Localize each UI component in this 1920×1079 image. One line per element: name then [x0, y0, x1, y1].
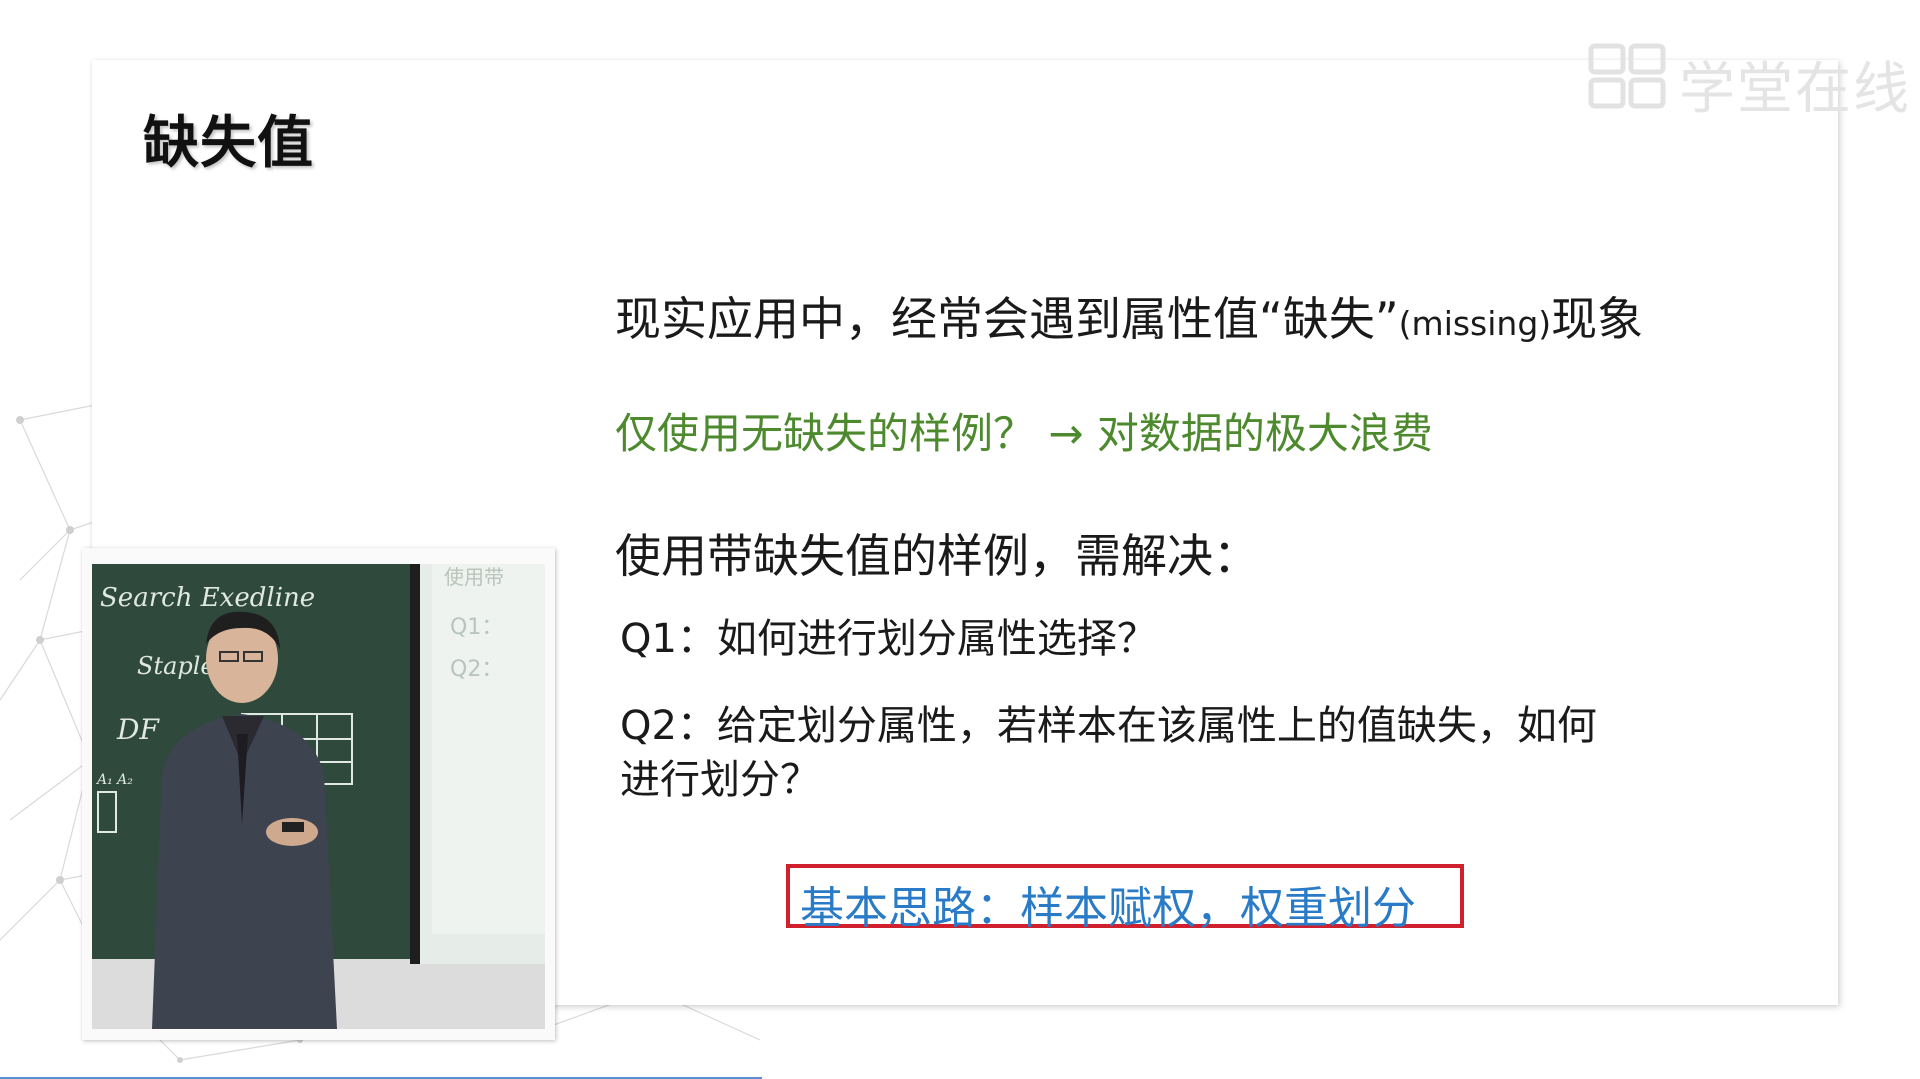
- intro-missing-text: (missing): [1398, 304, 1552, 343]
- intro-tail-text: 现象: [1551, 292, 1644, 346]
- watermark-text: 学堂在线: [1679, 57, 1911, 122]
- board-text-4: A₁ A₂: [95, 772, 133, 788]
- screen-text-3: Q2：: [450, 657, 503, 682]
- intro-main-text: 现实应用中，经常会遇到属性值“缺失”: [615, 292, 1399, 346]
- screen-text-1: 使用带: [444, 565, 504, 589]
- basic-idea-box: 基本思路：样本赋权，权重划分: [786, 864, 1464, 934]
- basic-idea-text: 基本思路：样本赋权，权重划分: [800, 883, 1416, 934]
- video-lecture-frame: 缺失值 现实应用中，经常会遇到属性值“缺失”(missing)现象 仅使用无缺失…: [0, 0, 1920, 1079]
- waste-warning-line: 仅使用无缺失的样例？ → 对数据的极大浪费: [615, 409, 1433, 458]
- intro-line: 现实应用中，经常会遇到属性值“缺失”(missing)现象: [615, 283, 1643, 349]
- lecturer-video-image: Search Exedline Staple DF A₁ A₂ 使用带 Q1：: [92, 564, 545, 1029]
- slide-title: 缺失值: [143, 111, 314, 176]
- board-text-1: Search Exedline: [100, 583, 315, 613]
- lecturer-video: Search Exedline Staple DF A₁ A₂ 使用带 Q1：: [92, 564, 545, 1029]
- screen-text-2: Q1：: [450, 615, 503, 640]
- question-2-line-2: 进行划分？: [620, 757, 820, 803]
- lecturer-video-frame: Search Exedline Staple DF A₁ A₂ 使用带 Q1：: [82, 548, 555, 1040]
- xuetangx-logo-icon: [1588, 43, 1666, 109]
- board-text-2: Staple: [137, 652, 215, 680]
- use-missing-samples-line: 使用带缺失值的样例，需解决：: [615, 529, 1259, 583]
- board-text-3: DF: [116, 713, 160, 746]
- question-1: Q1：如何进行划分属性选择？: [620, 616, 1157, 662]
- question-2-line-1: Q2：给定划分属性，若样本在该属性上的值缺失，如何: [620, 703, 1597, 749]
- watermark: 学堂在线: [1585, 38, 1909, 122]
